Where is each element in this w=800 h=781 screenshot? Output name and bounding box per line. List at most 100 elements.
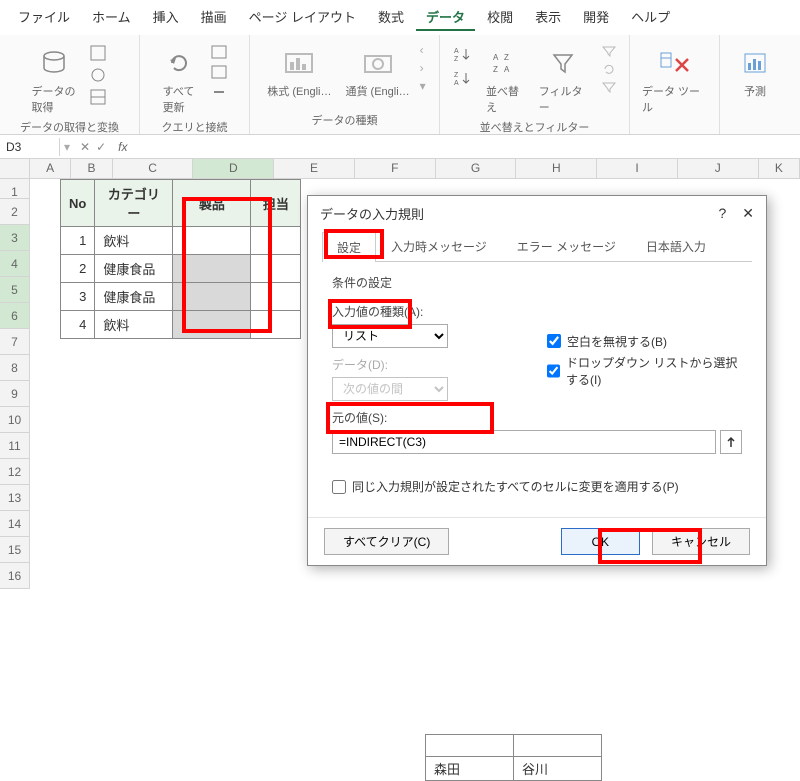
filter-button[interactable]: フィルター <box>535 43 591 117</box>
reapply-icon[interactable] <box>597 61 621 77</box>
sort-az-icon[interactable]: AZ <box>448 43 476 65</box>
col-f[interactable]: F <box>355 159 436 179</box>
bt-r1c1[interactable] <box>426 735 514 757</box>
row-2[interactable]: 2 <box>0 199 30 225</box>
row-10[interactable]: 10 <box>0 407 30 433</box>
name-box[interactable]: D3 <box>0 138 60 156</box>
cell-tantou-4[interactable] <box>251 311 301 339</box>
cell-no-3[interactable]: 3 <box>61 283 95 311</box>
cell-no-4[interactable]: 4 <box>61 311 95 339</box>
menu-help[interactable]: ヘルプ <box>621 4 680 31</box>
cell-prod-1[interactable] <box>173 227 251 255</box>
menu-review[interactable]: 校閲 <box>477 4 523 31</box>
menu-developer[interactable]: 開発 <box>573 4 619 31</box>
enter-formula-icon[interactable]: ✓ <box>96 140 106 154</box>
cancel-button[interactable]: キャンセル <box>652 528 750 555</box>
cell-cat-1[interactable]: 飲料 <box>95 227 173 255</box>
row-14[interactable]: 14 <box>0 511 30 537</box>
tab-settings[interactable]: 設定 <box>322 232 376 262</box>
cb-dropdown-list[interactable] <box>547 364 560 378</box>
allow-dropdown[interactable]: リスト <box>332 324 448 348</box>
cell-no-1[interactable]: 1 <box>61 227 95 255</box>
menu-insert[interactable]: 挿入 <box>143 4 189 31</box>
row-1[interactable]: 1 <box>0 179 30 199</box>
row-8[interactable]: 8 <box>0 355 30 381</box>
row-16[interactable]: 16 <box>0 563 30 589</box>
row-7[interactable]: 7 <box>0 329 30 355</box>
from-table-icon[interactable] <box>86 87 112 107</box>
advanced-icon[interactable] <box>597 79 621 95</box>
fx-icon[interactable]: fx <box>112 140 133 154</box>
menu-pagelayout[interactable]: ページ レイアウト <box>239 4 366 31</box>
tab-ime[interactable]: 日本語入力 <box>631 231 721 261</box>
cell-prod-4[interactable] <box>173 311 251 339</box>
col-i[interactable]: I <box>597 159 678 179</box>
col-d[interactable]: D <box>193 159 274 179</box>
row-4[interactable]: 4 <box>0 251 30 277</box>
ok-button[interactable]: OK <box>561 528 640 555</box>
bt-r2c1[interactable]: 森田 <box>426 757 514 781</box>
cell-cat-3[interactable]: 健康食品 <box>95 283 173 311</box>
cb-apply-all[interactable] <box>332 480 346 494</box>
menu-data[interactable]: データ <box>416 4 475 31</box>
row-13[interactable]: 13 <box>0 485 30 511</box>
get-data-button[interactable]: データの 取得 <box>28 43 80 117</box>
row-5[interactable]: 5 <box>0 277 30 303</box>
cell-no-2[interactable]: 2 <box>61 255 95 283</box>
refresh-all-button[interactable]: すべて 更新 <box>157 43 201 117</box>
col-b[interactable]: B <box>71 159 112 179</box>
cell-tantou-3[interactable] <box>251 283 301 311</box>
cb-ignore-blank[interactable] <box>547 334 561 348</box>
select-all-corner[interactable] <box>0 159 30 179</box>
source-input[interactable] <box>332 430 716 454</box>
cell-prod-2[interactable] <box>173 255 251 283</box>
col-e[interactable]: E <box>274 159 355 179</box>
stocks-button[interactable]: 株式 (Engli… <box>263 43 335 101</box>
data-tools-button[interactable]: データ ツール <box>638 43 711 117</box>
datatype-more-icon[interactable]: ▾ <box>420 79 426 93</box>
datatype-next-icon[interactable]: › <box>420 61 426 75</box>
datatype-prev-icon[interactable]: ‹ <box>420 43 426 57</box>
menu-draw[interactable]: 描画 <box>191 4 237 31</box>
col-h[interactable]: H <box>516 159 597 179</box>
from-web-icon[interactable] <box>86 65 112 85</box>
row-9[interactable]: 9 <box>0 381 30 407</box>
cell-cat-2[interactable]: 健康食品 <box>95 255 173 283</box>
forecast-button[interactable]: 予測 <box>733 43 777 101</box>
namebox-dropdown-icon[interactable]: ▾ <box>60 140 74 154</box>
cell-tantou-2[interactable] <box>251 255 301 283</box>
tab-input-message[interactable]: 入力時メッセージ <box>376 231 502 261</box>
cell-cat-4[interactable]: 飲料 <box>95 311 173 339</box>
row-15[interactable]: 15 <box>0 537 30 563</box>
row-3[interactable]: 3 <box>0 225 30 251</box>
bt-r1c2[interactable] <box>514 735 602 757</box>
properties-icon[interactable] <box>207 63 233 81</box>
row-12[interactable]: 12 <box>0 459 30 485</box>
tab-error-alert[interactable]: エラー メッセージ <box>502 231 631 261</box>
formula-input[interactable] <box>134 145 800 149</box>
col-c[interactable]: C <box>113 159 194 179</box>
from-text-icon[interactable] <box>86 43 112 63</box>
cancel-formula-icon[interactable]: ✕ <box>80 140 90 154</box>
dialog-help-icon[interactable]: ? <box>718 205 726 222</box>
clear-all-button[interactable]: すべてクリア(C) <box>324 528 449 555</box>
cell-prod-3[interactable] <box>173 283 251 311</box>
col-g[interactable]: G <box>436 159 517 179</box>
col-k[interactable]: K <box>759 159 800 179</box>
editlinks-icon[interactable] <box>207 83 233 101</box>
row-11[interactable]: 11 <box>0 433 30 459</box>
sort-za-icon[interactable]: ZA <box>448 67 476 89</box>
menu-home[interactable]: ホーム <box>82 4 141 31</box>
queries-icon[interactable] <box>207 43 233 61</box>
menu-file[interactable]: ファイル <box>8 4 80 31</box>
dialog-close-icon[interactable]: ✕ <box>742 205 754 222</box>
bt-r2c2[interactable]: 谷川 <box>514 757 602 781</box>
row-6[interactable]: 6 <box>0 303 30 329</box>
sort-button[interactable]: AZZA 並べ替え <box>482 43 529 117</box>
currency-button[interactable]: 通貨 (Engli… <box>341 43 413 101</box>
range-selector-icon[interactable] <box>720 430 742 454</box>
col-a[interactable]: A <box>30 159 71 179</box>
menu-formulas[interactable]: 数式 <box>368 4 414 31</box>
col-j[interactable]: J <box>678 159 759 179</box>
menu-view[interactable]: 表示 <box>525 4 571 31</box>
